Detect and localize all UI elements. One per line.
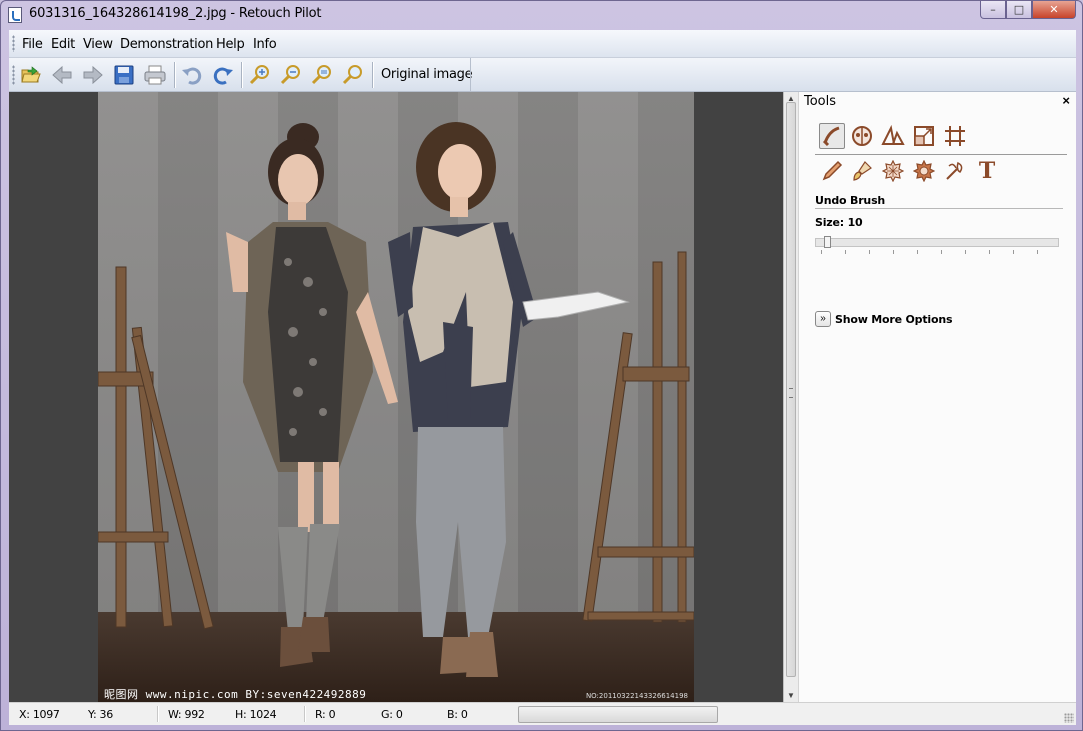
crop-icon[interactable] xyxy=(942,123,968,149)
toolbar-separator xyxy=(241,62,243,88)
brush-icon[interactable] xyxy=(849,158,875,184)
minimize-button[interactable]: – xyxy=(980,1,1006,19)
patch-icon[interactable] xyxy=(880,158,906,184)
status-height: H: 1024 xyxy=(235,708,277,721)
zoom-fit-icon[interactable] xyxy=(309,62,335,88)
status-y: Y: 36 xyxy=(88,708,113,721)
zoom-actual-icon[interactable] xyxy=(340,62,366,88)
menu-help[interactable]: Help xyxy=(216,37,245,52)
photo[interactable]: 昵图网 www.nipic.com BY:seven422492889 NO:2… xyxy=(98,92,694,702)
zoom-in-icon[interactable] xyxy=(247,62,273,88)
toolbar-end xyxy=(470,58,471,91)
menubar-grip[interactable] xyxy=(12,35,15,52)
status-x: X: 1097 xyxy=(19,708,60,721)
watermark-right: NO:20110322143326614198 xyxy=(585,692,688,700)
open-icon[interactable] xyxy=(18,62,44,88)
size-label: Size: 10 xyxy=(815,216,863,229)
menu-bar: File Edit View Demonstration Help Info xyxy=(9,30,1076,58)
window-title: 6031316_164328614198_2.jpg - Retouch Pil… xyxy=(29,6,322,21)
tools-panel: Tools × T Undo Brush Size: 10 » Show Mor… xyxy=(799,92,1076,702)
scroll-down-arrow-icon[interactable]: ▼ xyxy=(787,691,795,700)
close-button[interactable]: ✕ xyxy=(1032,1,1076,19)
show-more-options-link[interactable]: Show More Options xyxy=(835,313,953,326)
app-window: 6031316_164328614198_2.jpg - Retouch Pil… xyxy=(0,0,1083,731)
wand-icon[interactable] xyxy=(942,158,968,184)
text-icon[interactable]: T xyxy=(974,158,1000,184)
tools-title: Tools xyxy=(804,94,837,109)
forward-icon[interactable] xyxy=(80,62,106,88)
undo-icon[interactable] xyxy=(179,62,205,88)
redeye-icon[interactable] xyxy=(849,123,875,149)
vertical-scrollbar[interactable]: ▲ ▼ xyxy=(783,92,799,702)
image-canvas[interactable]: 昵图网 www.nipic.com BY:seven422492889 NO:2… xyxy=(9,92,783,702)
section-title: Undo Brush xyxy=(815,194,886,207)
menu-edit[interactable]: Edit xyxy=(51,37,75,52)
status-width: W: 992 xyxy=(168,708,205,721)
stamp-icon[interactable] xyxy=(911,158,937,184)
client-area: File Edit View Demonstration Help Info O… xyxy=(9,30,1076,725)
menu-view[interactable]: View xyxy=(83,37,113,52)
status-red: R: 0 xyxy=(315,708,336,721)
app-icon xyxy=(8,7,22,23)
toolbar-separator xyxy=(372,62,374,88)
resize-grip-icon[interactable] xyxy=(1064,713,1074,723)
size-slider-thumb[interactable] xyxy=(824,236,831,248)
resize-icon[interactable] xyxy=(911,123,937,149)
undo-brush-icon[interactable] xyxy=(819,123,845,149)
size-slider[interactable] xyxy=(815,238,1059,247)
maximize-button[interactable]: □ xyxy=(1006,1,1032,19)
zoom-out-icon[interactable] xyxy=(278,62,304,88)
menu-demonstration[interactable]: Demonstration xyxy=(120,37,213,52)
tools-divider xyxy=(815,154,1067,155)
original-image-button[interactable]: Original image xyxy=(381,67,473,82)
status-separator xyxy=(157,706,159,722)
progress-bar xyxy=(518,706,718,723)
perspective-icon[interactable] xyxy=(880,123,906,149)
tools-header: Tools × xyxy=(799,92,1076,112)
title-bar[interactable]: 6031316_164328614198_2.jpg - Retouch Pil… xyxy=(1,1,1082,29)
toolbar: Original image xyxy=(9,58,1076,92)
menu-file[interactable]: File xyxy=(22,37,43,52)
save-icon[interactable] xyxy=(111,62,137,88)
menu-info[interactable]: Info xyxy=(253,37,277,52)
section-divider xyxy=(815,208,1063,209)
redo-icon[interactable] xyxy=(210,62,236,88)
toolbar-separator xyxy=(174,62,176,88)
status-blue: B: 0 xyxy=(447,708,468,721)
slider-ticks xyxy=(821,250,1061,254)
scrollbar-thumb[interactable] xyxy=(786,102,796,677)
toolbar-grip[interactable] xyxy=(12,65,15,85)
status-bar: X: 1097 Y: 36 W: 992 H: 1024 R: 0 G: 0 B… xyxy=(9,702,1076,725)
show-more-chevron-icon[interactable]: » xyxy=(815,311,831,327)
status-separator xyxy=(304,706,306,722)
status-green: G: 0 xyxy=(381,708,403,721)
window-controls: – □ ✕ xyxy=(980,1,1076,20)
pencil-icon[interactable] xyxy=(819,158,845,184)
text-tool-glyph: T xyxy=(978,158,996,184)
photo-scene xyxy=(98,122,694,677)
watermark-left: 昵图网 www.nipic.com BY:seven422492889 xyxy=(104,688,367,701)
tools-close-button[interactable]: × xyxy=(1062,93,1070,108)
back-icon[interactable] xyxy=(49,62,75,88)
print-icon[interactable] xyxy=(142,62,168,88)
